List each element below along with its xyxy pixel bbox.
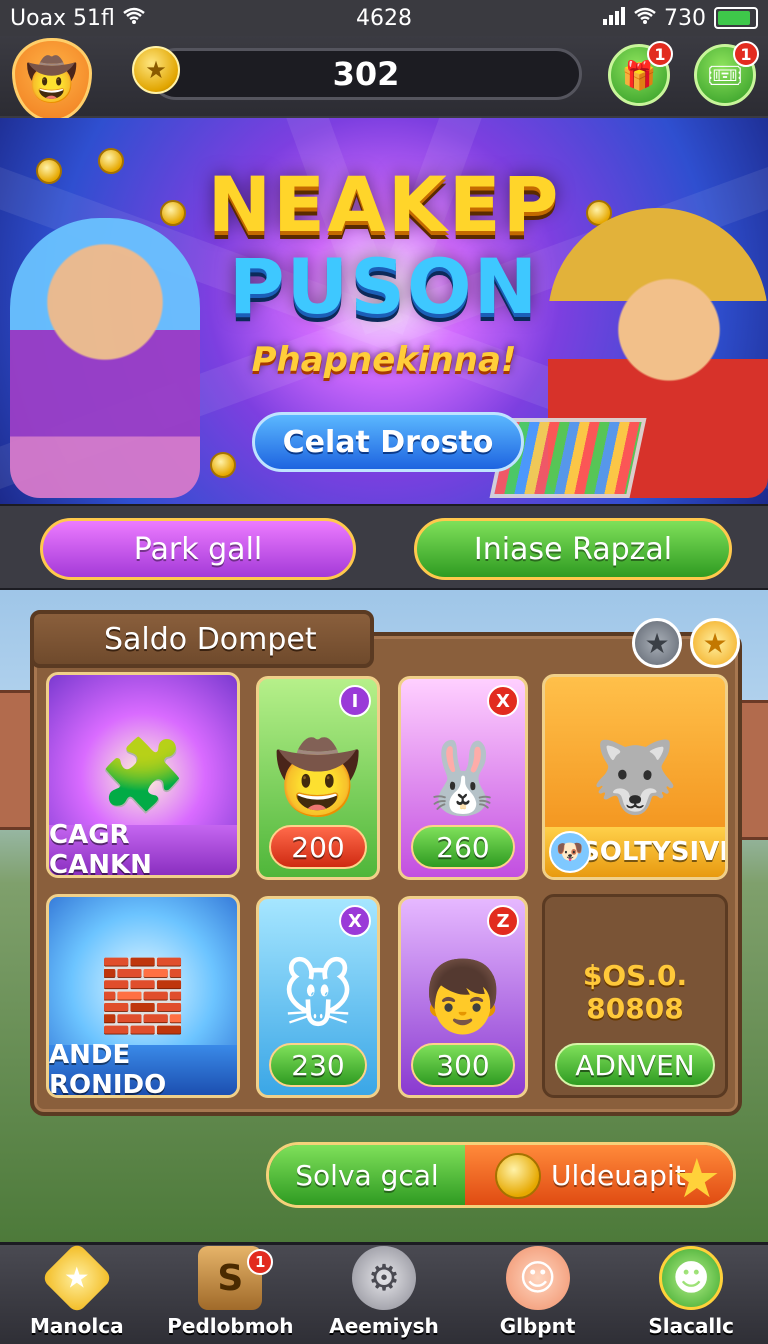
wallet-title: Saldo Dompet — [30, 610, 374, 668]
wallet-card[interactable]: 🧩 CAGR CANKN — [46, 672, 240, 878]
banner-cta-button[interactable]: Celat Drosto — [252, 412, 524, 472]
wallet-card[interactable]: 👦 300 Z — [398, 896, 528, 1098]
notification-badge: 1 — [647, 41, 673, 67]
wallet-card[interactable]: 🐭 230 X — [256, 896, 380, 1098]
wallet-card[interactable]: 🤠 200 I — [256, 676, 380, 880]
park-gall-button[interactable]: Park gall — [40, 518, 356, 580]
solva-gcal-button[interactable]: Solva gcal — [269, 1145, 465, 1205]
wifi-icon — [634, 6, 656, 31]
notification-badge: 1 — [733, 41, 759, 67]
card-badge: Z — [487, 905, 519, 937]
star-icon: ★ — [702, 626, 728, 660]
star-icon: ★ — [644, 626, 670, 660]
gear-coin-icon: ⚙ — [351, 1246, 416, 1310]
card-price: 230 — [269, 1043, 367, 1087]
banner-title-line2: PUSON — [228, 242, 540, 331]
adnven-button[interactable]: ADNVEN — [555, 1043, 715, 1087]
wifi-icon — [123, 6, 145, 31]
nav-label: Manolca — [30, 1314, 124, 1338]
status-bar: Uoax 51fl 4628 730 — [0, 0, 768, 36]
nav-label: Slacallc — [648, 1314, 735, 1338]
card-label: CAGR CANKN — [49, 820, 237, 875]
wallet-card[interactable]: 🧱 ANDE RONIDO — [46, 894, 240, 1098]
battery-text: 730 — [664, 5, 706, 31]
nav-label: Pedlobmoh — [167, 1314, 294, 1338]
nav-item-slacallc[interactable]: ☻ Slacallc — [614, 1245, 768, 1344]
nav-item-pedlobmoh[interactable]: S 1 Pedlobmoh — [154, 1245, 308, 1344]
nav-item-glbpnt[interactable]: ☺ Glbpnt — [461, 1245, 615, 1344]
signal-icon — [602, 6, 626, 31]
card-price: 200 — [269, 825, 367, 869]
bottom-nav: ★ Manolca S 1 Pedlobmoh ⚙ Aeemiysh ☺ Glb… — [0, 1241, 768, 1344]
iniase-rapzal-button[interactable]: Iniase Rapzal — [414, 518, 732, 580]
coin-balance: 302 — [150, 48, 582, 100]
bottom-action-bar: Solva gcal Uldeuapit ★ — [266, 1142, 736, 1208]
smiley-icon: ☻ — [659, 1246, 724, 1310]
gift-button[interactable]: 🎁 1 — [608, 41, 673, 106]
notification-badge: 1 — [247, 1249, 274, 1275]
cowboy-avatar-icon: 🤠 — [25, 55, 79, 104]
wallet-card[interactable]: $OS.0. 80808 ADNVEN — [542, 894, 728, 1098]
nav-item-aeemiysh[interactable]: ⚙ Aeemiysh — [307, 1245, 461, 1344]
nav-label: Aeemiysh — [329, 1314, 439, 1338]
card-price: 260 — [411, 825, 515, 869]
pet-icon: 🐶 — [549, 831, 591, 873]
nav-item-manolca[interactable]: ★ Manolca — [0, 1241, 154, 1344]
coin-count: 302 — [332, 55, 400, 93]
card-price: 300 — [411, 1043, 515, 1087]
coin-decoration — [210, 452, 236, 478]
battery-icon — [714, 7, 758, 29]
card-badge: X — [487, 685, 519, 717]
star-trophy-icon: ★ — [40, 1241, 114, 1315]
coin-icon — [495, 1153, 541, 1199]
wallet-card[interactable]: 🐺 SOLTYSIVI 🐶 — [542, 674, 728, 880]
coin-icon: ★ — [132, 46, 180, 94]
star-icon: ★ — [672, 1147, 721, 1208]
price-text: $OS.0. 80808 — [582, 959, 688, 1025]
battery-fill — [718, 11, 751, 25]
silver-star-button[interactable]: ★ — [632, 618, 682, 668]
card-badge: I — [339, 685, 371, 717]
card-label: ANDE RONIDO — [49, 1040, 237, 1095]
banner-title-line1: NEAKEP — [207, 160, 561, 249]
player-avatar[interactable]: 🤠 — [12, 38, 92, 122]
nav-label: Glbpnt — [499, 1314, 576, 1338]
banner-subtitle: Phapnekinna! — [251, 340, 517, 380]
ticket-button[interactable]: 🎟 1 — [694, 41, 759, 106]
gold-star-button[interactable]: ★ — [690, 618, 740, 668]
sun-face-icon: ☺ — [505, 1246, 570, 1310]
action-row: Park gall Iniase Rapzal — [0, 504, 768, 590]
carrier-text: Uoax 51fl — [10, 5, 115, 31]
wallet-title-text: Saldo Dompet — [104, 621, 317, 657]
card-badge: X — [339, 905, 371, 937]
wallet-card[interactable]: 🐰 260 X — [398, 676, 528, 880]
status-left: Uoax 51fl — [10, 6, 145, 31]
status-right: 730 — [602, 6, 758, 31]
top-hud: 🤠 302 ★ 🎁 1 🎟 1 — [0, 36, 768, 122]
